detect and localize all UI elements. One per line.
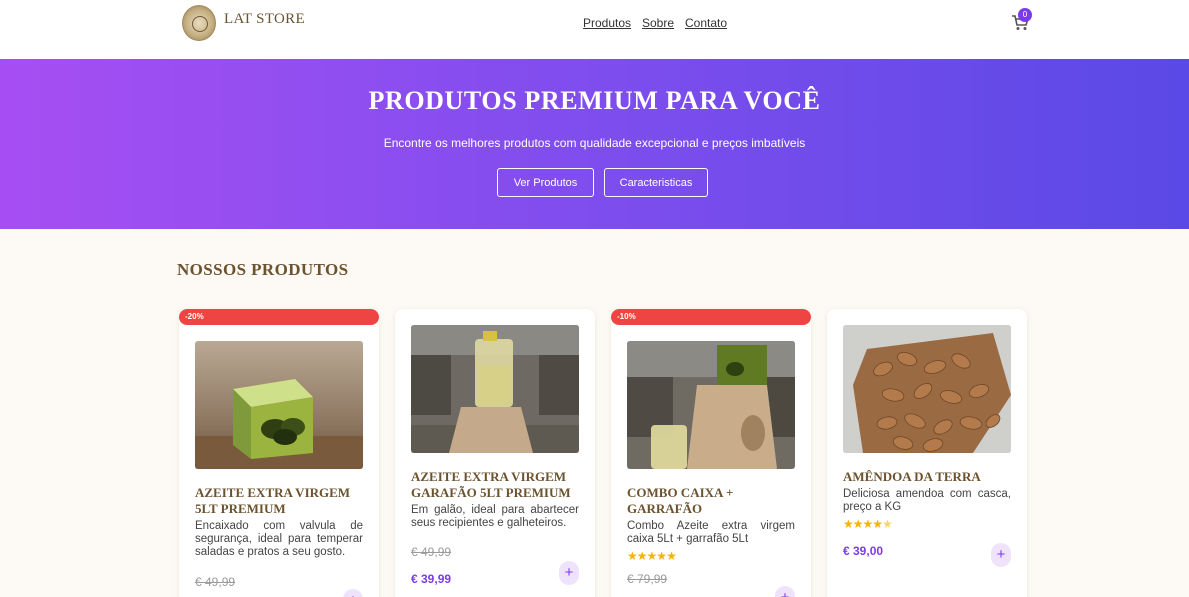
nav-sobre[interactable]: Sobre [642, 16, 674, 30]
star-icon: ★ [872, 517, 883, 531]
star-icon: ★ [627, 549, 638, 563]
product-title[interactable]: AZEITE EXTRA VIRGEM GARAFÃO 5LT PREMIUM [411, 469, 581, 501]
product-card[interactable]: AZEITE EXTRA VIRGEM GARAFÃO 5LT PREMIUM … [395, 309, 595, 597]
hero-title: PRODUTOS PREMIUM PARA VOCÊ [368, 86, 821, 115]
plus-icon: + [349, 592, 358, 597]
nav-produtos[interactable]: Produtos [583, 16, 631, 30]
product-old-price: € 79,99 [627, 572, 668, 586]
star-icon: ★ [843, 517, 854, 531]
product-image [411, 325, 579, 453]
product-card[interactable]: -10% COMBO CAIXA + GARRAFÃO Combo Azeite… [611, 309, 811, 597]
add-to-cart-button[interactable]: + [991, 543, 1011, 567]
product-old-price: € 49,99 [411, 545, 452, 559]
store-logo[interactable] [182, 5, 216, 41]
star-icon: ★ [666, 549, 677, 563]
product-description: Encaixado com valvula de segurança, idea… [195, 520, 363, 558]
product-price: € 39,00 [843, 544, 884, 558]
star-icon: ★ [636, 549, 648, 563]
discount-badge: -20% [179, 309, 379, 325]
product-title[interactable]: COMBO CAIXA + GARRAFÃO [627, 485, 797, 517]
plus-icon: + [781, 589, 790, 597]
section-title: NOSSOS PRODUTOS [177, 260, 349, 279]
star-rating: ★★★★★ [843, 517, 893, 531]
site-header: LAT STORE Produtos Sobre Contato 0 [0, 0, 1189, 59]
star-icon: ★ [882, 517, 893, 531]
star-rating: ★★★★★ [627, 549, 677, 563]
plus-icon: + [996, 546, 1006, 563]
add-to-cart-button[interactable]: + [775, 586, 795, 597]
product-image [843, 325, 1011, 453]
nav-contato[interactable]: Contato [685, 16, 727, 30]
star-icon: ★ [646, 549, 658, 563]
plus-icon: + [564, 564, 574, 581]
cart-count-badge: 0 [1018, 8, 1032, 22]
add-to-cart-button[interactable]: + [343, 589, 363, 597]
discount-badge: -10% [611, 309, 811, 325]
brand-name[interactable]: LAT STORE [224, 11, 305, 28]
caracteristicas-button[interactable]: Caracteristicas [604, 168, 708, 197]
product-image [195, 341, 363, 469]
ver-produtos-button[interactable]: Ver Produtos [497, 168, 594, 197]
product-card[interactable]: -20% AZEITE EXTRA VIRGEM 5LT PREMIUM Enc… [179, 309, 379, 597]
star-icon: ★ [852, 517, 864, 531]
product-description: Combo Azeite extra virgem caixa 5Lt + ga… [627, 520, 795, 545]
hero-subtitle: Encontre os melhores produtos com qualid… [383, 136, 806, 150]
product-card[interactable]: AMÊNDOA DA TERRA Deliciosa amendoa com c… [827, 309, 1027, 597]
star-icon: ★ [862, 517, 874, 531]
product-title[interactable]: AZEITE EXTRA VIRGEM 5LT PREMIUM [195, 485, 365, 517]
add-to-cart-button[interactable]: + [559, 561, 579, 585]
product-description: Em galão, ideal para abartecer seus reci… [411, 504, 579, 529]
product-description: Deliciosa amendoa com casca, preço a KG [843, 488, 1011, 513]
product-image [627, 341, 795, 469]
product-title[interactable]: AMÊNDOA DA TERRA [843, 469, 1013, 485]
product-price: € 39,99 [411, 572, 452, 586]
star-icon: ★ [656, 549, 667, 563]
product-old-price: € 49,99 [195, 575, 236, 589]
